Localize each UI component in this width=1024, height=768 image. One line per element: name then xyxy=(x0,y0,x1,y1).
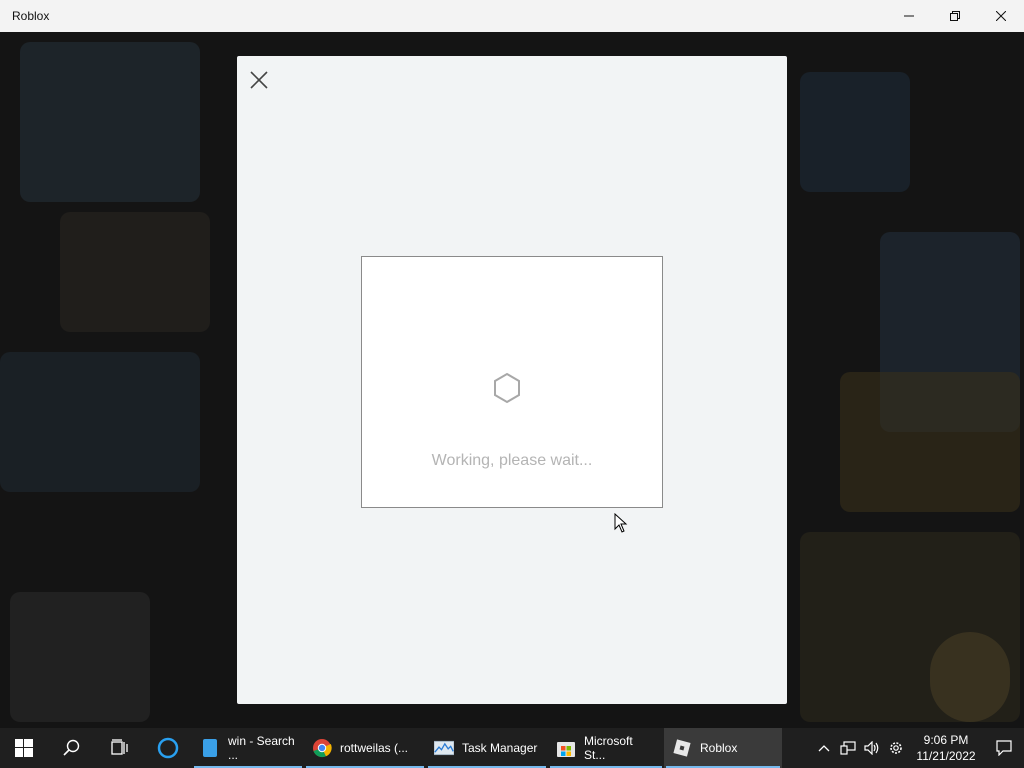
window-title-bar: Roblox xyxy=(0,0,1024,32)
network-button[interactable] xyxy=(836,728,860,768)
taskbar-app-label: Task Manager xyxy=(462,741,538,755)
system-tray: 9:06 PM 11/21/2022 xyxy=(812,728,1024,768)
task-manager-icon xyxy=(434,740,454,756)
cortana-icon xyxy=(157,737,179,759)
window-title: Roblox xyxy=(12,9,50,23)
start-button[interactable] xyxy=(0,728,48,768)
taskbar-app-chrome[interactable]: rottweilas (... xyxy=(304,728,426,768)
taskbar-app-label: rottweilas (... xyxy=(340,741,409,755)
close-icon xyxy=(250,71,268,89)
restore-button[interactable] xyxy=(932,0,978,32)
task-view-icon xyxy=(111,739,128,755)
dialog-close-button[interactable] xyxy=(247,68,271,92)
volume-button[interactable] xyxy=(860,728,884,768)
search-button[interactable] xyxy=(48,728,96,768)
settings-icon xyxy=(890,742,902,754)
taskbar-app-label: Microsoft St... xyxy=(584,734,633,762)
notification-icon xyxy=(996,740,1012,756)
close-window-button[interactable] xyxy=(978,0,1024,32)
chevron-up-icon xyxy=(818,745,830,752)
hexagon-spinner-icon xyxy=(494,372,520,404)
search-icon xyxy=(63,739,80,756)
taskbar-app-notepad[interactable]: win - Search ... xyxy=(192,728,304,768)
action-center-button[interactable] xyxy=(984,728,1024,768)
cortana-button[interactable] xyxy=(144,728,192,768)
chrome-icon xyxy=(313,739,332,758)
taskbar-app-roblox[interactable]: Roblox xyxy=(664,728,782,768)
mouse-cursor-icon xyxy=(614,513,628,533)
close-icon xyxy=(996,11,1006,21)
task-view-button[interactable] xyxy=(96,728,144,768)
taskbar: win - Search ... rottweilas (... Task Ma… xyxy=(0,728,1024,768)
progress-box: Working, please wait... xyxy=(361,256,663,508)
show-hidden-icons-button[interactable] xyxy=(812,728,836,768)
clock-date: 11/21/2022 xyxy=(916,749,976,763)
clock-time: 9:06 PM xyxy=(923,733,969,747)
windows-start-icon xyxy=(15,739,33,757)
taskbar-app-microsoft-store[interactable]: Microsoft St... xyxy=(548,728,664,768)
network-icon xyxy=(840,741,856,755)
restore-icon xyxy=(950,11,960,21)
minimize-icon xyxy=(904,15,914,17)
taskbar-clock[interactable]: 9:06 PM 11/21/2022 xyxy=(908,732,984,764)
volume-icon xyxy=(864,741,879,755)
microsoft-store-icon xyxy=(557,742,575,757)
loading-dialog: Working, please wait... xyxy=(237,56,787,704)
roblox-icon xyxy=(673,739,691,757)
settings-button[interactable] xyxy=(884,728,908,768)
taskbar-app-task-manager[interactable]: Task Manager xyxy=(426,728,548,768)
progress-message: Working, please wait... xyxy=(431,452,593,469)
taskbar-app-label: Roblox xyxy=(700,741,738,755)
taskbar-app-label: win - Search ... xyxy=(228,734,295,762)
notepad-icon xyxy=(203,739,217,757)
minimize-button[interactable] xyxy=(886,0,932,32)
